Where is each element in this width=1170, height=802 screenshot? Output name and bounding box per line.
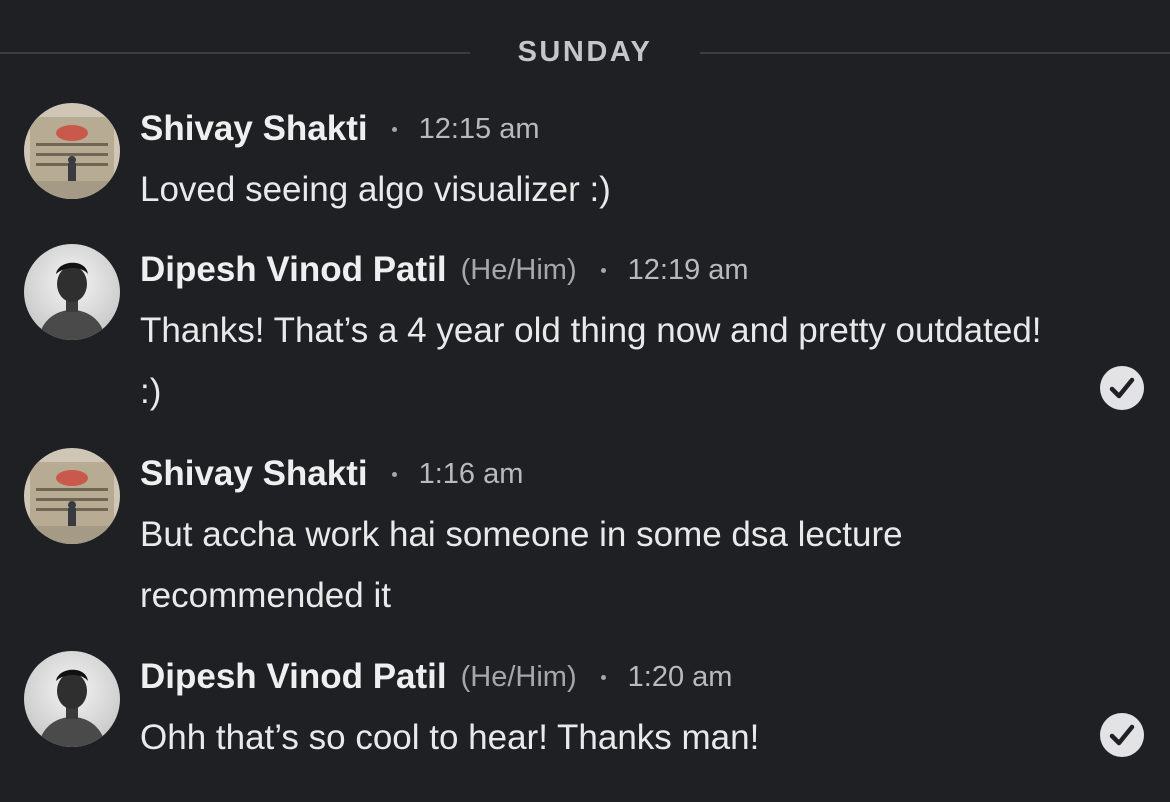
separator-dot: [600, 674, 606, 680]
separator-dot: [391, 471, 397, 477]
person-photo-icon: [24, 244, 120, 340]
date-divider-label: SUNDAY: [517, 36, 653, 68]
sender-name[interactable]: Dipesh Vinod Patil: [140, 250, 447, 290]
sender-pronouns: (He/Him): [460, 253, 577, 286]
divider-line-right: [700, 52, 1170, 54]
avatar-shivay-shakti[interactable]: [24, 448, 120, 544]
sender-name[interactable]: Shivay Shakti: [140, 454, 368, 494]
date-divider: SUNDAY: [0, 30, 1170, 76]
message-text: Loved seeing algo visualizer :): [140, 170, 611, 209]
avatar-dipesh-vinod-patil[interactable]: [24, 651, 120, 747]
person-photo-icon: [24, 651, 120, 747]
building-photo-icon: [24, 103, 120, 199]
message-header: Dipesh Vinod Patil (He/Him) 12:19 am: [140, 248, 749, 292]
message-text: But accha work hai someone in some dsa l…: [140, 515, 903, 615]
avatar-dipesh-vinod-patil[interactable]: [24, 244, 120, 340]
sender-name[interactable]: Shivay Shakti: [140, 109, 368, 149]
message-time: 1:16 am: [418, 457, 524, 490]
message-text: Ohh that’s so cool to hear! Thanks man!: [140, 718, 760, 757]
message-header: Dipesh Vinod Patil (He/Him) 1:20 am: [140, 655, 732, 699]
divider-line-left: [0, 52, 470, 54]
building-photo-icon: [24, 448, 120, 544]
avatar-shivay-shakti[interactable]: [24, 103, 120, 199]
message-text: Thanks! That’s a 4 year old thing now an…: [140, 311, 1042, 411]
message-header: Shivay Shakti 1:16 am: [140, 452, 523, 496]
message-time: 12:19 am: [627, 253, 749, 286]
sender-pronouns: (He/Him): [460, 660, 577, 693]
separator-dot: [600, 267, 606, 273]
read-receipt-check-icon: [1100, 713, 1144, 757]
message-time: 1:20 am: [627, 660, 733, 693]
read-receipt-check-icon: [1100, 366, 1144, 410]
sender-name[interactable]: Dipesh Vinod Patil: [140, 657, 447, 697]
message-header: Shivay Shakti 12:15 am: [140, 107, 540, 151]
message-time: 12:15 am: [418, 112, 540, 145]
separator-dot: [391, 126, 397, 132]
